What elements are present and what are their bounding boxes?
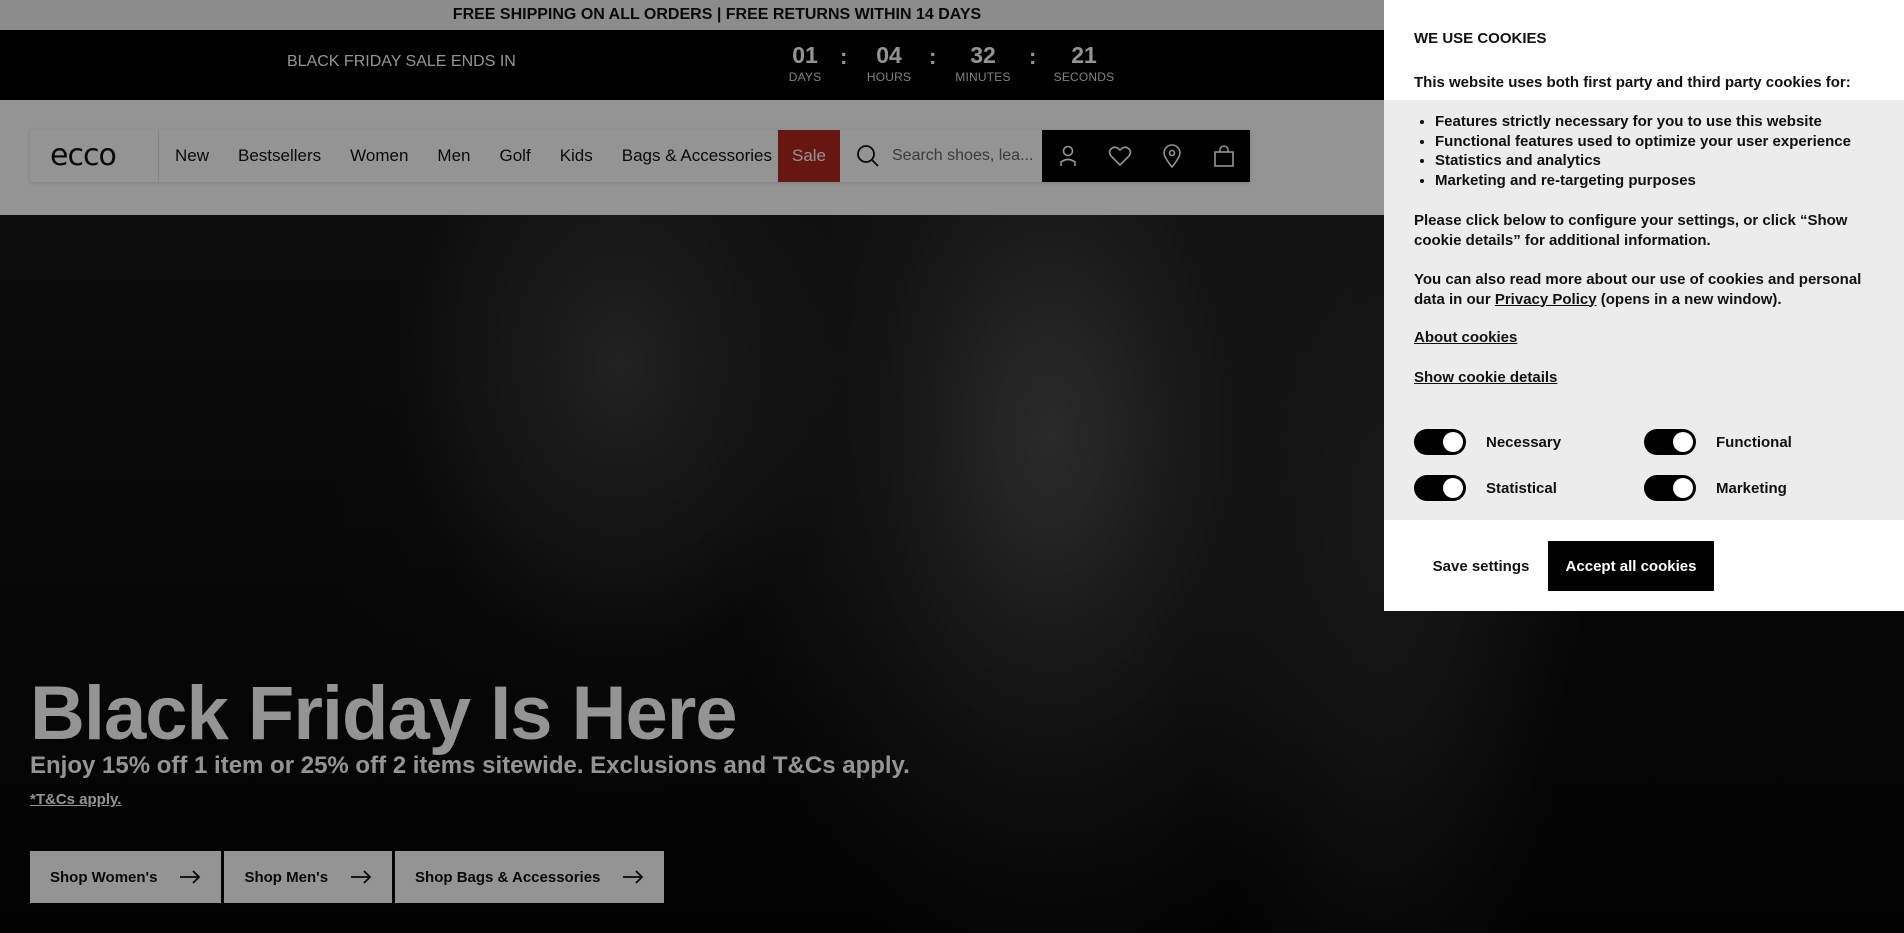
privacy-policy-link[interactable]: Privacy Policy [1495, 291, 1597, 308]
necessary-toggle-switch[interactable] [1414, 429, 1466, 455]
cookie-intro: This website uses both first party and t… [1414, 74, 1851, 91]
toggle-statistical: Statistical [1414, 475, 1557, 501]
save-settings-button[interactable]: Save settings [1414, 541, 1548, 591]
necessary-toggle-label: Necessary [1486, 433, 1562, 451]
list-item: Marketing and re-targeting purposes [1435, 171, 1895, 191]
accept-all-cookies-button[interactable]: Accept all cookies [1548, 541, 1714, 591]
about-cookies-link[interactable]: About cookies [1414, 329, 1517, 346]
marketing-toggle-label: Marketing [1716, 479, 1787, 497]
statistical-toggle-switch[interactable] [1414, 475, 1466, 501]
cookie-title: WE USE COOKIES [1414, 30, 1547, 47]
toggle-functional: Functional [1644, 429, 1792, 455]
functional-toggle-switch[interactable] [1644, 429, 1696, 455]
statistical-toggle-label: Statistical [1486, 479, 1557, 497]
toggle-necessary: Necessary [1414, 429, 1561, 455]
list-item: Features strictly necessary for you to u… [1435, 112, 1895, 132]
marketing-toggle-switch[interactable] [1644, 475, 1696, 501]
cookie-purposes-list: Features strictly necessary for you to u… [1414, 112, 1895, 190]
read-more-text-after: (opens in a new window). [1596, 290, 1782, 308]
show-cookie-details-link[interactable]: Show cookie details [1414, 369, 1557, 386]
list-item: Statistics and analytics [1435, 151, 1895, 171]
functional-toggle-label: Functional [1716, 433, 1792, 451]
list-item: Functional features used to optimize you… [1435, 132, 1895, 152]
cookie-read-more-text: You can also read more about our use of … [1414, 270, 1874, 309]
cookie-configure-text: Please click below to configure your set… [1414, 212, 1848, 249]
toggle-marketing: Marketing [1644, 475, 1787, 501]
cookie-consent-panel: WE USE COOKIES This website uses both fi… [1384, 0, 1904, 611]
